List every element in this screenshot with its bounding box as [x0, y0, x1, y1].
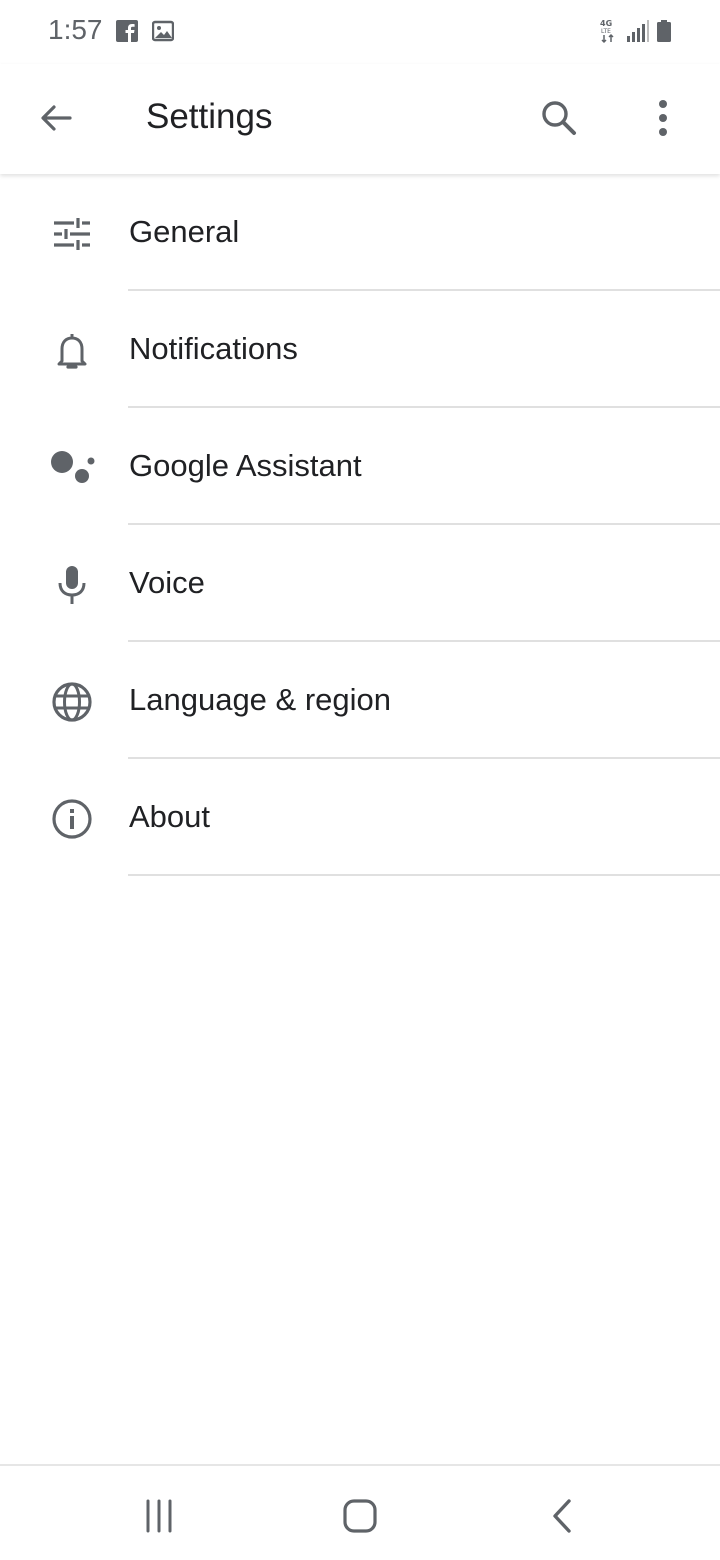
search-icon — [542, 101, 576, 135]
settings-item-notifications[interactable]: Notifications — [0, 291, 720, 408]
tune-icon — [44, 212, 100, 256]
bell-icon — [44, 329, 100, 373]
arrow-left-icon — [41, 105, 72, 131]
back-button[interactable] — [28, 90, 84, 146]
settings-item-label: Notifications — [129, 331, 298, 366]
signal-icon — [626, 20, 650, 47]
settings-item-label: Google Assistant — [129, 448, 362, 483]
settings-item-language-region[interactable]: Language & region — [0, 642, 720, 759]
page-title: Settings — [146, 97, 273, 136]
settings-item-label: About — [129, 799, 211, 834]
settings-item-label: Voice — [129, 565, 205, 600]
back-icon — [553, 1499, 571, 1533]
globe-icon — [44, 680, 100, 724]
facebook-icon — [116, 20, 138, 42]
settings-item-google-assistant[interactable]: Google Assistant — [0, 408, 720, 525]
system-back-button[interactable] — [538, 1496, 586, 1536]
settings-list: General Notifications Google Assistant V… — [0, 174, 720, 876]
info-icon — [44, 797, 100, 841]
settings-item-label: General — [129, 214, 240, 249]
system-nav-bar — [0, 1464, 720, 1560]
assistant-icon — [44, 446, 100, 490]
4g-lte-icon: 4G LTE — [598, 18, 618, 49]
home-button[interactable] — [336, 1496, 384, 1536]
status-bar: 1:57 4G LTE — [0, 0, 720, 64]
more-options-button[interactable] — [635, 90, 691, 146]
home-icon — [343, 1499, 377, 1533]
settings-item-general[interactable]: General — [0, 174, 720, 291]
screen: 1:57 4G LTE Settings General Notificatio… — [0, 0, 720, 1560]
recent-apps-icon — [146, 1499, 172, 1533]
more-vert-icon — [659, 100, 667, 136]
settings-item-about[interactable]: About — [0, 759, 720, 876]
battery-icon — [656, 20, 672, 47]
status-time: 1:57 — [48, 14, 103, 45]
svg-text:4G: 4G — [600, 19, 612, 28]
svg-text:LTE: LTE — [601, 28, 611, 35]
image-icon — [151, 20, 175, 42]
app-bar: Settings — [0, 64, 720, 174]
mic-icon — [44, 563, 100, 607]
settings-item-voice[interactable]: Voice — [0, 525, 720, 642]
search-button[interactable] — [531, 90, 587, 146]
settings-item-label: Language & region — [129, 682, 392, 717]
divider — [128, 874, 720, 876]
recent-apps-button[interactable] — [135, 1496, 183, 1536]
